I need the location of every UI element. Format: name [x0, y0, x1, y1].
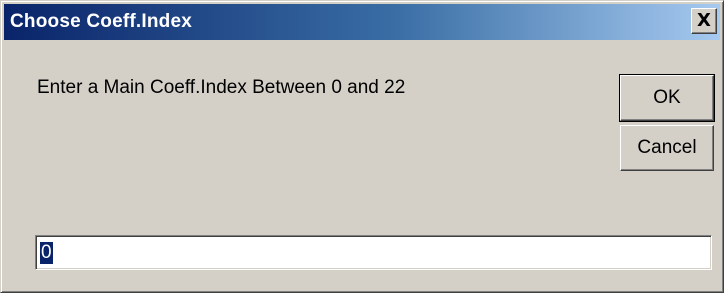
- close-icon: X: [697, 10, 711, 31]
- close-button[interactable]: X: [691, 8, 717, 34]
- ok-button-label: OK: [653, 87, 681, 108]
- input-value: 0: [40, 241, 53, 264]
- prompt-label: Enter a Main Coeff.Index Between 0 and 2…: [37, 77, 406, 98]
- cancel-button[interactable]: Cancel: [620, 125, 714, 171]
- cancel-button-label: Cancel: [637, 137, 697, 158]
- window-title: Choose Coeff.Index: [10, 11, 193, 32]
- dialog-window: Choose Coeff.Index X Enter a Main Coeff.…: [0, 0, 724, 293]
- title-bar[interactable]: Choose Coeff.Index X: [4, 4, 720, 40]
- ok-button[interactable]: OK: [619, 74, 715, 122]
- coeff-index-input[interactable]: 0: [35, 235, 712, 270]
